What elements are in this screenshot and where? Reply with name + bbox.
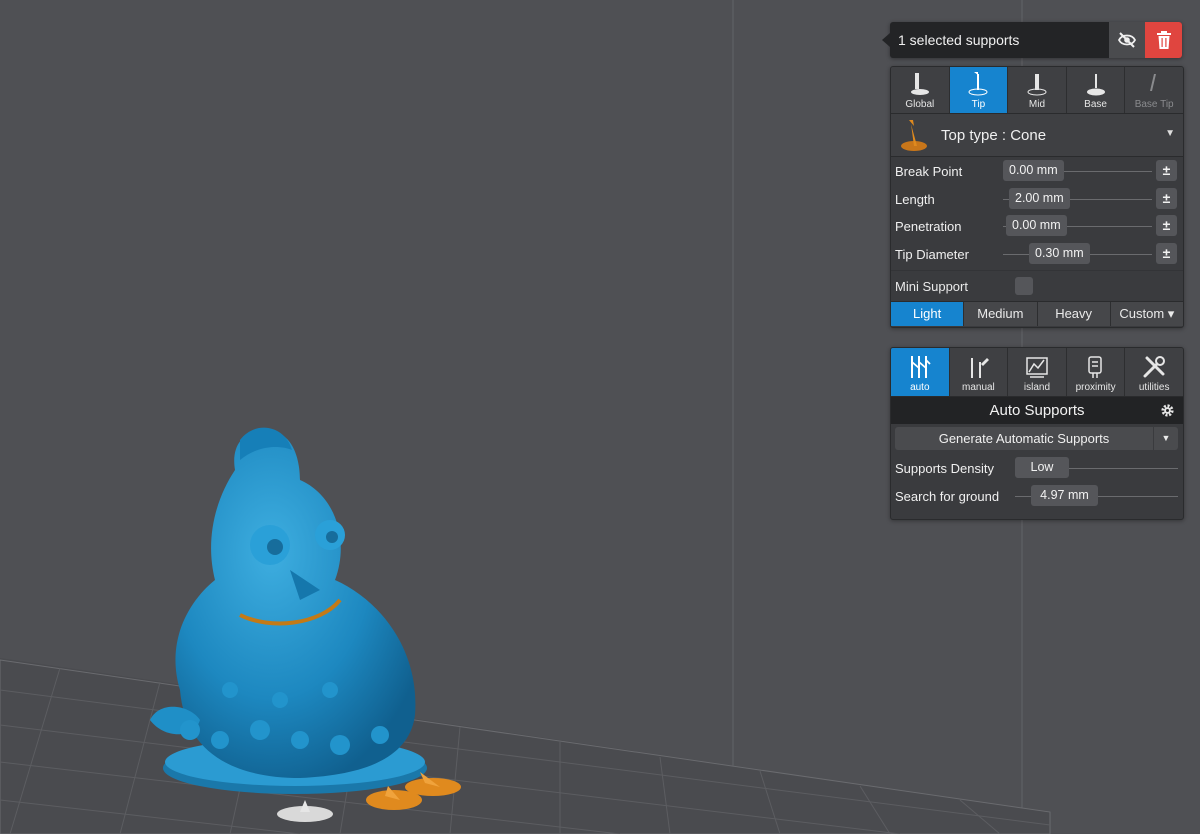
tab-label: Global bbox=[905, 99, 935, 110]
param-value[interactable]: 0.00 mm bbox=[1003, 160, 1064, 181]
tab-label: island bbox=[1023, 382, 1051, 393]
tab-utilities[interactable]: utilities bbox=[1125, 348, 1183, 396]
tab-label: auto bbox=[910, 382, 930, 393]
mini-support-row: Mini Support bbox=[891, 270, 1183, 301]
tab-base[interactable]: Base bbox=[1066, 67, 1126, 113]
top-type-dropdown[interactable]: Top type : Cone ▼ bbox=[891, 114, 1183, 157]
param-break-point: Break Point 0.00 mm ± bbox=[891, 157, 1183, 185]
auto-supports-header: Auto Supports bbox=[891, 397, 1183, 424]
supports-density-row: Supports Density Low bbox=[891, 454, 1183, 482]
preset-light-button[interactable]: Light bbox=[891, 302, 965, 326]
tab-island[interactable]: island bbox=[1008, 348, 1067, 396]
top-type-label: Top type : Cone bbox=[941, 126, 1047, 144]
proximity-icon bbox=[1087, 356, 1102, 378]
support-base-tip-icon bbox=[1150, 74, 1157, 91]
mini-support-checkbox[interactable] bbox=[1015, 277, 1033, 295]
island-icon bbox=[1026, 357, 1048, 378]
param-tip-diameter: Tip Diameter 0.30 mm ± bbox=[891, 240, 1183, 268]
auto-supports-panel: auto manual island proximity utilities A… bbox=[890, 347, 1184, 520]
generate-row: Generate Automatic Supports ▼ bbox=[891, 424, 1183, 454]
preset-custom-dropdown[interactable]: Custom ▾ bbox=[1110, 302, 1183, 326]
tab-label: Mid bbox=[1028, 99, 1046, 110]
support-base-icon bbox=[1086, 74, 1105, 96]
tab-base-tip[interactable]: Base Tip bbox=[1125, 67, 1183, 113]
plus-minus-button[interactable]: ± bbox=[1156, 160, 1177, 181]
param-value[interactable]: 0.30 mm bbox=[1029, 242, 1090, 264]
tab-label: Base Tip bbox=[1134, 99, 1174, 110]
param-value[interactable]: 2.00 mm bbox=[1009, 187, 1070, 209]
param-penetration: Penetration 0.00 mm ± bbox=[891, 212, 1183, 240]
tab-proximity[interactable]: proximity bbox=[1066, 348, 1126, 396]
eye-slash-icon bbox=[1117, 32, 1137, 48]
cone-support-icon bbox=[901, 120, 927, 151]
tab-global[interactable]: Global bbox=[891, 67, 950, 113]
trash-icon bbox=[1156, 31, 1171, 49]
manual-supports-icon bbox=[971, 358, 990, 378]
support-mode-tabs: auto manual island proximity utilities bbox=[891, 348, 1183, 397]
tab-auto[interactable]: auto bbox=[891, 348, 950, 396]
param-value[interactable]: Low bbox=[1015, 457, 1069, 478]
tools-icon bbox=[1143, 356, 1166, 378]
preset-heavy-button[interactable]: Heavy bbox=[1037, 302, 1111, 326]
build-plate bbox=[0, 658, 1051, 834]
preset-medium-button[interactable]: Medium bbox=[964, 302, 1038, 326]
caret-down-icon[interactable]: ▼ bbox=[1154, 427, 1178, 450]
auto-supports-icon bbox=[910, 356, 931, 378]
search-ground-row: Search for ground 4.97 mm bbox=[891, 482, 1183, 510]
auto-supports-title: Auto Supports bbox=[989, 402, 1085, 419]
param-label: Search for ground bbox=[895, 488, 1000, 504]
tab-label: Tip bbox=[971, 99, 986, 110]
tab-label: proximity bbox=[1075, 382, 1116, 393]
support-settings-panel: Global Tip Mid Base Base Tip Top type: … bbox=[890, 66, 1184, 328]
support-global-icon bbox=[910, 73, 929, 95]
hide-supports-button[interactable] bbox=[1109, 22, 1145, 58]
selection-bar: 1 selected supports bbox=[882, 22, 1182, 58]
param-label: Break Point bbox=[895, 164, 963, 179]
gear-icon[interactable] bbox=[1160, 403, 1175, 418]
param-value[interactable]: 4.97 mm bbox=[1031, 484, 1098, 506]
support-mid-icon bbox=[1027, 74, 1047, 96]
chicken-model[interactable] bbox=[150, 427, 427, 794]
param-label: Supports Density bbox=[895, 461, 994, 476]
tab-mid[interactable]: Mid bbox=[1008, 67, 1067, 113]
selection-count-label: 1 selected supports bbox=[898, 32, 1020, 48]
generate-supports-button[interactable]: Generate Automatic Supports bbox=[895, 427, 1153, 450]
plus-minus-button[interactable]: ± bbox=[1156, 242, 1177, 264]
support-part-tabs: Global Tip Mid Base Base Tip bbox=[891, 67, 1183, 114]
support-tip-icon bbox=[968, 72, 988, 96]
param-value[interactable]: 0.00 mm bbox=[1006, 215, 1067, 236]
param-label: Tip Diameter bbox=[895, 246, 969, 262]
mini-support-label: Mini Support bbox=[895, 279, 968, 294]
param-length: Length 2.00 mm ± bbox=[891, 185, 1183, 213]
plus-minus-button[interactable]: ± bbox=[1156, 215, 1177, 236]
density-preset-group: Light Medium Heavy Custom ▾ bbox=[891, 301, 1183, 326]
tab-label: manual bbox=[961, 382, 995, 393]
caret-down-icon: ▼ bbox=[1165, 128, 1175, 139]
tab-tip[interactable]: Tip bbox=[949, 67, 1009, 113]
plus-minus-button[interactable]: ± bbox=[1156, 187, 1177, 209]
param-label: Penetration bbox=[895, 219, 962, 234]
tab-label: Base bbox=[1084, 99, 1107, 110]
delete-supports-button[interactable] bbox=[1145, 22, 1182, 58]
tab-label: utilities bbox=[1138, 382, 1170, 393]
tab-manual[interactable]: manual bbox=[949, 348, 1009, 396]
param-label: Length bbox=[895, 191, 935, 207]
